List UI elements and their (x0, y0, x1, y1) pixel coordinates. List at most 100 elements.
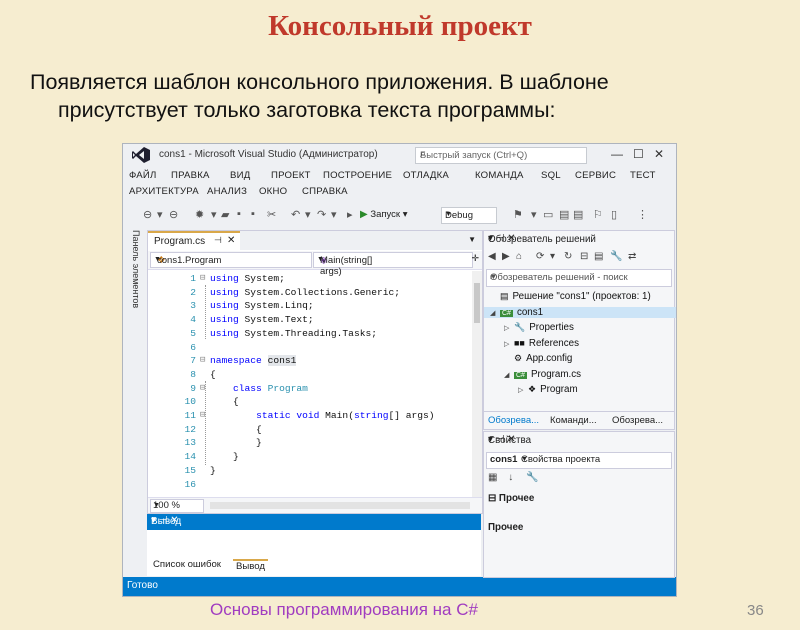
close-tab-icon[interactable]: ✕ (227, 235, 235, 246)
tab-error-list[interactable]: Список ошибок (153, 559, 221, 570)
split-icon[interactable]: ✛ (471, 253, 479, 264)
menu-item-6[interactable]: КОМАНДА (475, 170, 524, 181)
forward-icon[interactable]: ⊖ (169, 208, 178, 221)
pending-changes-icon[interactable]: ▾ (550, 251, 555, 262)
bookmark-prev-icon[interactable]: ⚐ (593, 208, 603, 221)
maximize-button[interactable]: ☐ (633, 147, 644, 161)
tree-node[interactable]: ◢ C# cons1 (484, 306, 676, 318)
menu-item-row2-3[interactable]: СПРАВКА (302, 186, 348, 197)
refresh-icon[interactable]: ↻ (564, 251, 572, 262)
menu-item-0[interactable]: ФАЙЛ (129, 170, 156, 181)
expand-icon[interactable]: ▷ (518, 386, 528, 394)
solution-explorer-tab-2[interactable]: Обозрева... (612, 415, 663, 426)
menu-item-8[interactable]: СЕРВИС (575, 170, 616, 181)
bookmark-next-icon[interactable]: ▯ (611, 208, 617, 221)
tree-node[interactable]: ⚙ App.config (504, 353, 572, 364)
comment-icon[interactable]: ▤ (559, 208, 569, 221)
code-line: using System.Linq; (210, 300, 314, 312)
close-button[interactable]: ✕ (654, 147, 664, 161)
pin-icon[interactable]: ⊣ (214, 235, 222, 246)
save-all-icon[interactable]: ▪ (251, 208, 255, 220)
redo-icon[interactable]: ↷ (317, 208, 326, 221)
alphabetical-icon[interactable]: ↓ (508, 472, 513, 483)
line-number: 10 (184, 396, 196, 408)
play-icon[interactable]: ▸ (347, 208, 353, 221)
menu-item-row2-1[interactable]: АНАЛИЗ (207, 186, 247, 197)
tree-node[interactable]: ▷ ■■ References (504, 338, 579, 349)
menu-item-7[interactable]: SQL (541, 170, 561, 181)
expand-icon[interactable]: ▷ (504, 324, 514, 332)
tree-node[interactable]: ▤ Решение "cons1" (проектов: 1) (490, 291, 651, 302)
expand-icon[interactable]: ◢ (490, 309, 500, 317)
undo-icon[interactable]: ↶ (291, 208, 300, 221)
tree-node[interactable]: ◢ C# Program.cs (504, 369, 581, 380)
menu-item-row2-0[interactable]: АРХИТЕКТУРА (129, 186, 199, 197)
back-icon[interactable]: ⊖ (143, 208, 152, 221)
horizontal-scrollbar[interactable] (210, 502, 470, 509)
tree-node[interactable]: ▷ 🔧 Properties (504, 322, 574, 333)
menu-item-row2-2[interactable]: ОКНО (259, 186, 287, 197)
minimize-button[interactable]: — (611, 147, 623, 161)
type-dropdown[interactable]: ❖ cons1.Program ▼ (150, 252, 312, 268)
cut-icon[interactable]: ✂ (267, 208, 276, 221)
tab-output[interactable]: Вывод (233, 559, 269, 572)
properties-controls[interactable]: ▾ ⊣ ✕ (488, 434, 670, 445)
fold-toggle-icon[interactable]: ⊟ (200, 273, 210, 283)
menu-item-4[interactable]: ПОСТРОЕНИЕ (323, 170, 392, 181)
back-icon[interactable]: ◀ (488, 251, 496, 262)
start-button[interactable]: ▶ Запуск ▾ (360, 209, 407, 220)
config-dropdown[interactable]: Debug ▼ (441, 207, 497, 224)
solution-explorer-tab-1[interactable]: Команди... (550, 415, 597, 426)
solution-search-input[interactable]: Обозреватель решений - поиск ⌕ ▼ (486, 269, 672, 287)
sync-icon[interactable]: ⟳ (536, 251, 544, 262)
home-icon[interactable]: ⌂ (516, 251, 522, 262)
forward-icon[interactable]: ▶ (502, 251, 510, 262)
menu-item-2[interactable]: ВИД (230, 170, 250, 181)
solution-explorer-controls[interactable]: ▾ ⊣ ✕ (488, 233, 670, 244)
save-icon[interactable]: ▪ (237, 208, 241, 220)
new-project-icon[interactable]: ✹ (195, 208, 204, 221)
fold-toggle-icon[interactable]: ⊟ (200, 383, 210, 393)
categorized-icon[interactable]: ▦ (488, 472, 497, 483)
open-icon[interactable]: ▰ (221, 208, 229, 221)
redo-dropdown-icon[interactable]: ▾ (331, 208, 337, 221)
quick-launch-input[interactable]: Быстрый запуск (Ctrl+Q) ⌕ (415, 147, 587, 164)
menu-item-9[interactable]: ТЕСТ (630, 170, 656, 181)
tab-program-cs[interactable]: Program.cs ⊣ ✕ (148, 231, 240, 252)
tree-node[interactable]: ▷ ❖ Program (518, 384, 578, 395)
menu-item-5[interactable]: ОТЛАДКА (403, 170, 449, 181)
scroll-thumb[interactable] (474, 283, 480, 323)
back-dropdown-icon[interactable]: ▾ (157, 208, 163, 221)
fold-toggle-icon[interactable]: ⊟ (200, 355, 210, 365)
properties-icon[interactable]: 🔧 (610, 251, 622, 262)
vertical-scrollbar[interactable] (472, 271, 482, 497)
member-dropdown[interactable]: ◈ Main(string[] args) ▼ (313, 252, 473, 277)
property-pages-icon[interactable]: 🔧 (526, 472, 538, 483)
code-line: using System.Threading.Tasks; (210, 327, 377, 339)
expand-icon[interactable]: ◢ (504, 371, 514, 379)
collapse-all-icon[interactable]: ⊟ (580, 251, 588, 262)
show-all-files-icon[interactable]: ▤ (594, 251, 603, 262)
new-dropdown-icon[interactable]: ▾ (211, 208, 217, 221)
uncomment-icon[interactable]: ▤ (573, 208, 583, 221)
undo-dropdown-icon[interactable]: ▾ (305, 208, 311, 221)
attach-icon[interactable]: ⚑ (513, 208, 523, 221)
toolbox-side-tab[interactable]: Панель элементов (127, 230, 141, 320)
tab-dropdown-icon[interactable]: ▼ (468, 235, 476, 244)
zoom-dropdown[interactable]: 100 % ▼ (150, 499, 204, 513)
menu-item-1[interactable]: ПРАВКА (171, 170, 210, 181)
attach-dropdown-icon[interactable]: ▾ (531, 208, 537, 221)
fold-toggle-icon[interactable]: ⊟ (200, 410, 210, 420)
solution-explorer-tab-0[interactable]: Обозрева... (488, 415, 539, 426)
output-window-controls[interactable]: ▾ ⊣ ✕ (151, 515, 477, 526)
properties-category[interactable]: ⊟ Прочее (488, 493, 534, 504)
menu-item-3[interactable]: ПРОЕКТ (271, 170, 311, 181)
expand-icon[interactable]: ▷ (504, 340, 514, 348)
document-tab-bar: Program.cs ⊣ ✕ ▼ (148, 231, 482, 252)
properties-object-dropdown[interactable]: cons1 Свойства проекта ▼ (486, 452, 672, 469)
code-area[interactable]: 1 ⊟ using System; 2 using System.Collections… (148, 271, 482, 497)
page-number: 36 (747, 602, 764, 619)
view-code-icon[interactable]: ⇄ (628, 251, 636, 262)
bookmark-icon[interactable]: ▭ (543, 208, 553, 221)
toolbar-overflow-icon[interactable]: ⋮ (637, 208, 648, 221)
